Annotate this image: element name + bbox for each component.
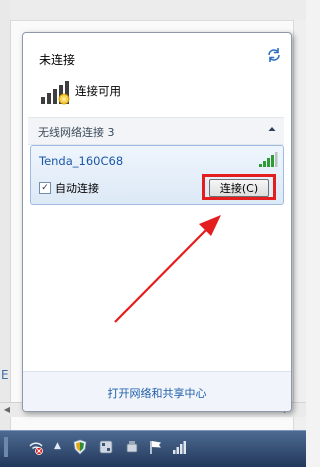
connect-button[interactable]: 连接(C) (209, 179, 269, 197)
chevron-up-icon[interactable] (268, 125, 276, 133)
edge-glyph: E (1, 368, 9, 382)
flag-icon[interactable] (148, 439, 164, 455)
usb-icon[interactable] (124, 439, 140, 455)
network-sharing-center-link[interactable]: 打开网络和共享中心 (23, 385, 291, 401)
flyout-footer: 打开网络和共享中心 (23, 371, 291, 411)
shield-icon[interactable] (72, 439, 88, 455)
wireless-connection-group[interactable]: 无线网络连接 3 (28, 117, 284, 145)
network-no-access-icon[interactable] (28, 439, 44, 455)
group-label: 无线网络连接 3 (38, 126, 115, 139)
taskbar: ▲ (0, 430, 306, 467)
left-panel (0, 0, 11, 430)
network-flyout: 未连接 连接可用 无线网络连接 3 Tenda_160C68 ✓ 自动连接 连接… (22, 32, 292, 412)
connection-status-title: 未连接 (39, 53, 76, 67)
scroll-left-icon[interactable]: ◀ (2, 404, 12, 416)
auto-connect-checkbox[interactable]: ✓ (39, 182, 51, 194)
refresh-icon[interactable] (266, 47, 282, 63)
taskbar-edge (4, 437, 8, 457)
vertical-scrollbar[interactable] (293, 20, 306, 430)
connections-available-label: 连接可用 (75, 84, 121, 98)
connections-available-icon (41, 81, 70, 105)
app-icon[interactable] (98, 439, 114, 455)
auto-connect-label: 自动连接 (55, 182, 99, 195)
signal-icon[interactable] (172, 439, 188, 455)
network-ssid: Tenda_160C68 (39, 154, 124, 168)
network-item-tenda[interactable]: Tenda_160C68 ✓ 自动连接 连接(C) (30, 145, 284, 205)
window-header (10, 0, 306, 21)
show-hidden-icons-icon[interactable]: ▲ (54, 441, 61, 451)
wifi-signal-icon (259, 152, 278, 167)
